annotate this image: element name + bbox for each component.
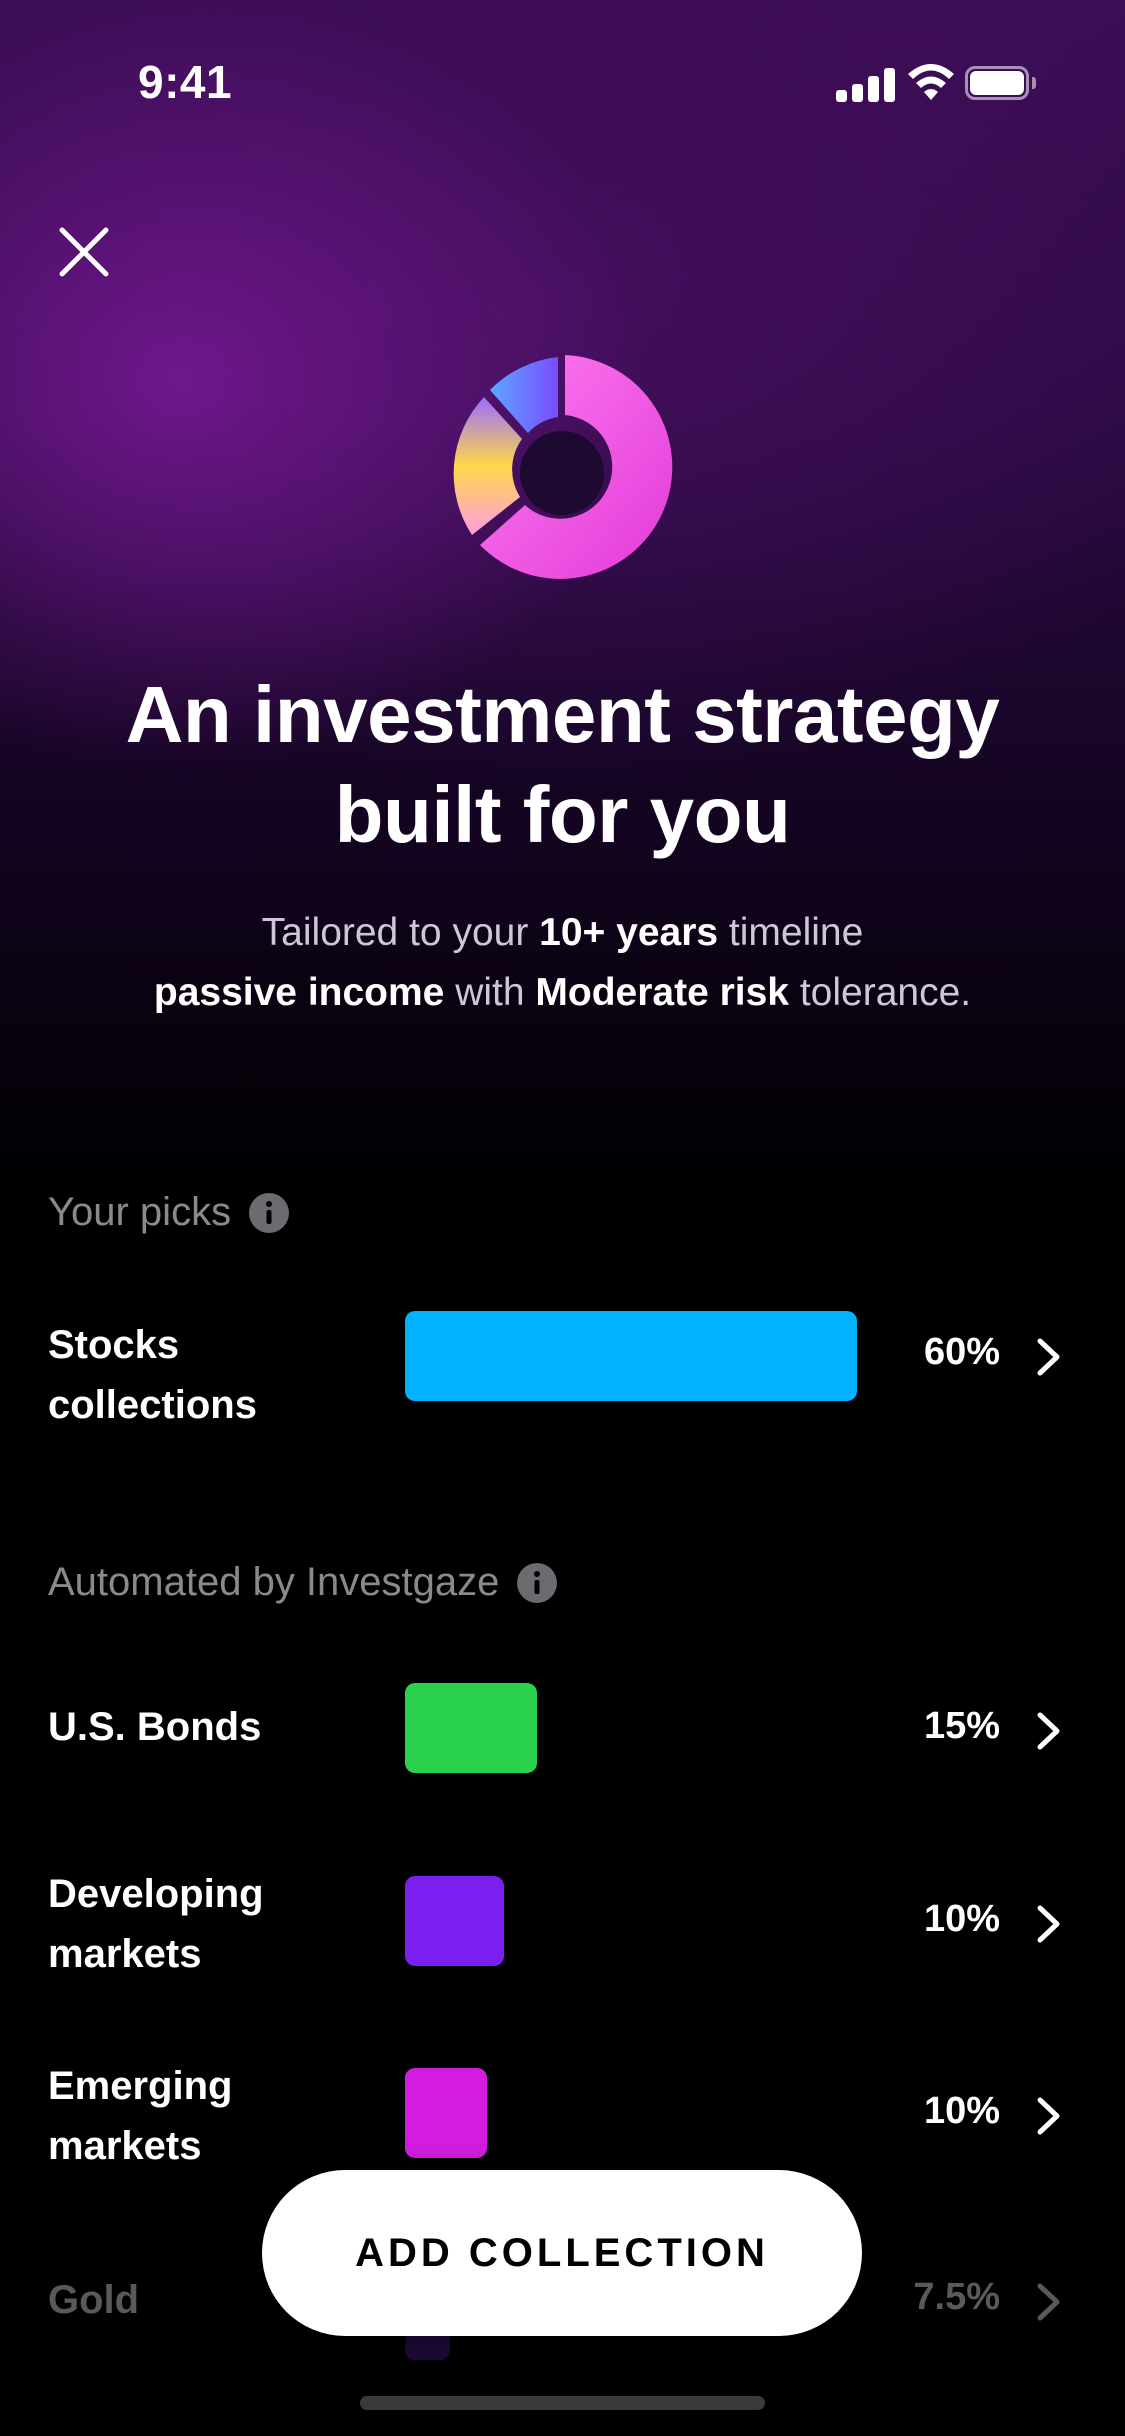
chevron-right-icon[interactable] [1036,1337,1062,1377]
cellular-signal-icon [836,68,896,102]
allocation-percent: 60% [923,1331,1000,1373]
allocation-percent: 15% [923,1705,1000,1747]
battery-icon [965,66,1036,100]
allocation-row-stocks[interactable]: Stocks collections 60% [0,1305,1125,1445]
status-time: 9:41 [138,56,233,108]
allocation-row-emerging-markets[interactable]: Emerging markets 10% [0,2052,1125,2182]
chevron-right-icon[interactable] [1036,1904,1062,1944]
allocation-row-us-bonds[interactable]: U.S. Bonds 15% [0,1683,1125,1775]
allocation-percent: 7.5% [913,2276,1000,2318]
automated-label: Automated by Investgaze [48,1560,558,1605]
close-icon[interactable] [54,222,114,282]
allocation-bar-stocks [405,1311,857,1401]
info-icon[interactable] [249,1192,290,1233]
your-picks-label: Your picks [48,1190,290,1235]
home-indicator [360,2396,765,2410]
chevron-right-icon[interactable] [1036,2096,1062,2136]
info-icon[interactable] [517,1562,558,1603]
donut-chart-illustration [453,355,673,579]
allocation-percent: 10% [923,2090,1000,2132]
status-bar: 9:41 [0,0,1125,150]
allocation-bar-us-bonds [405,1683,537,1773]
wifi-icon [908,64,954,100]
allocation-bar-emerging-markets [405,2068,487,2158]
chevron-right-icon[interactable] [1036,1711,1062,1751]
allocation-row-developing-markets[interactable]: Developing markets 10% [0,1860,1125,1990]
allocation-bar-developing-markets [405,1876,504,1966]
strategy-summary: Tailored to your 10+ years timeline pass… [153,911,972,1014]
allocation-percent: 10% [923,1898,1000,1940]
chevron-right-icon[interactable] [1036,2282,1062,2322]
page-title: An investment strategy built for you [125,670,1000,859]
add-collection-button[interactable]: ADD COLLECTION [262,2170,862,2336]
